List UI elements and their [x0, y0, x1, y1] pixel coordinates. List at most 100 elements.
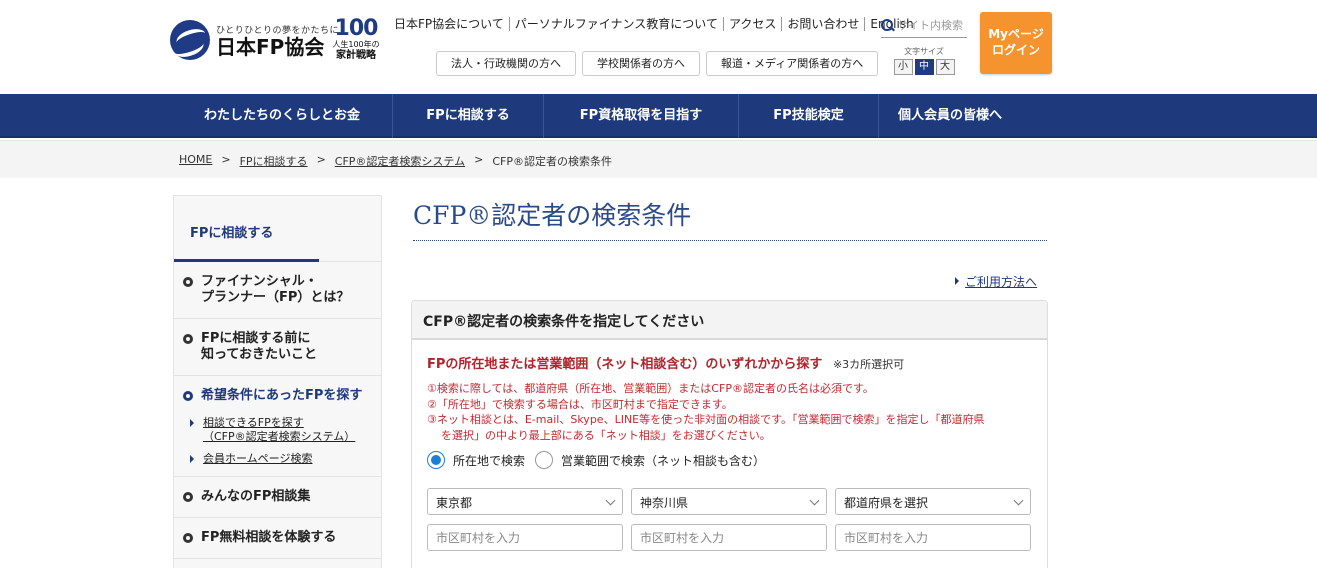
select-value: 神奈川県 — [640, 496, 689, 510]
breadcrumb-cfp-search[interactable]: CFP®認定者検索システム — [335, 153, 465, 169]
sidebar-item-label: FP無料相談を体験する — [201, 530, 337, 545]
search-icon[interactable] — [881, 18, 894, 33]
top-link-contact[interactable]: お問い合わせ — [782, 17, 866, 31]
font-size-large-button[interactable]: 大 — [935, 59, 955, 75]
sidebar-item-what-is-fp[interactable]: ファイナンシャル・ プランナー（FP）とは？ — [174, 262, 381, 319]
top-link-education[interactable]: パーソナルファイナンス教育について — [510, 17, 724, 31]
site-search — [881, 14, 967, 38]
sidebar-item-label: 知っておきたいこと — [201, 347, 317, 362]
note-1: ①検索に際しては、都道府県（所在地、営業範囲）またはCFP®認定者の氏名は必須で… — [427, 382, 874, 395]
logo-name: 日本FP協会 — [216, 34, 325, 59]
page: ひとりひとりの夢をかたちに 日本FP協会 100 人生100年の 家計戦略 日本… — [0, 0, 1317, 568]
sidebar-subitem-label: 会員ホームページ検索 — [203, 452, 313, 465]
city-input-1[interactable] — [427, 524, 623, 551]
login-label: ログイン — [991, 43, 1040, 57]
sidebar-subitem-label: （CFP®認定者検索システム） — [203, 430, 356, 443]
font-size-medium-button[interactable]: 中 — [914, 59, 934, 75]
radio-area-label[interactable]: 営業範囲で検索（ネット相談も含む） — [561, 452, 765, 469]
breadcrumb-separator: > — [221, 153, 231, 166]
city-input-3[interactable] — [835, 524, 1031, 551]
sidebar-subitem-member-hp[interactable]: 会員ホームページ検索 — [189, 452, 373, 466]
mypage-login-button[interactable]: Myページ ログイン — [980, 12, 1052, 74]
sidebar-subitems: 相談できるFPを探す （CFP®認定者検索システム） 会員ホームページ検索 — [174, 408, 381, 477]
sidebar-item-find-fp[interactable]: 希望条件にあったFPを探す — [174, 376, 381, 408]
nav-item-consult-fp[interactable]: FPに相談する — [393, 94, 544, 138]
breadcrumb-home[interactable]: HOME — [179, 153, 212, 169]
nav-item-living-money[interactable]: わたしたちのくらしとお金 — [172, 94, 393, 138]
logo-icon — [170, 20, 210, 60]
sidebar-item-label: 希望条件にあったFPを探す — [201, 388, 363, 403]
panel-subtitle-text: FPの所在地または営業範囲（ネット相談含む）のいずれかから探す — [427, 357, 823, 372]
radio-location-label[interactable]: 所在地で検索 — [453, 452, 525, 469]
select-value: 東京都 — [436, 496, 473, 510]
font-size-label: 文字サイズ — [904, 47, 944, 56]
media-link-button[interactable]: 報道・メディア関係者の方へ — [706, 51, 879, 76]
font-size-control: 文字サイズ 小 中 大 — [890, 46, 958, 75]
sidebar-item-label: プランナー（FP）とは？ — [201, 290, 350, 305]
school-link-button[interactable]: 学校関係者の方へ — [582, 51, 700, 76]
panel-title: CFP®認定者の検索条件を指定してください — [412, 301, 1047, 340]
search-notes: ①検索に際しては、都道府県（所在地、営業範囲）またはCFP®認定者の氏名は必須で… — [427, 381, 1037, 443]
prefecture-select-3[interactable]: 都道府県を選択 — [835, 488, 1031, 515]
bullet-icon — [183, 492, 193, 502]
bullet-icon — [183, 391, 193, 401]
main-nav: わたしたちのくらしとお金 FPに相談する FP資格取得を目指す FP技能検定 個… — [0, 94, 1317, 138]
city-inputs — [427, 524, 1031, 551]
breadcrumb-consult[interactable]: FPに相談する — [240, 153, 308, 169]
sidebar-item-case-collection[interactable]: みんなのFP相談集 — [174, 477, 381, 518]
panel-subtitle: FPの所在地または営業範囲（ネット相談含む）のいずれかから探す ※3カ所選択可 — [427, 353, 904, 372]
font-size-small-button[interactable]: 小 — [893, 59, 913, 75]
chevron-down-icon — [1013, 495, 1024, 506]
usage-guide-link[interactable]: ご利用方法へ — [955, 273, 1037, 290]
badge-line1: 人生100年の — [332, 40, 380, 49]
note-2: ②「所在地」で検索する場合は、市区町村まで指定できます。 — [427, 397, 733, 411]
breadcrumb-bar: HOME > FPに相談する > CFP®認定者検索システム > CFP®認定者… — [0, 140, 1317, 178]
top-link-access[interactable]: アクセス — [724, 17, 783, 31]
city-input-2[interactable] — [631, 524, 827, 551]
nav-item-members[interactable]: 個人会員の皆様へ — [879, 94, 1021, 138]
mypage-label: Myページ — [988, 27, 1044, 41]
sidebar-item-free-consult[interactable]: FP無料相談を体験する — [174, 518, 381, 559]
sidebar-subitem-cfp-search[interactable]: 相談できるFPを探す （CFP®認定者検索システム） — [189, 416, 373, 444]
nav-item-fp-qualification[interactable]: FP資格取得を目指す — [544, 94, 739, 138]
search-conditions-panel: CFP®認定者の検索条件を指定してください FPの所在地または営業範囲（ネット相… — [411, 300, 1048, 568]
breadcrumb-current: CFP®認定者の検索条件 — [492, 155, 612, 168]
selection-note: ※3カ所選択可 — [832, 358, 905, 371]
sidebar-item-label: みんなのFP相談集 — [201, 489, 311, 504]
badge-line2: 家計戦略 — [336, 50, 376, 61]
sidebar: FPに相談する ファイナンシャル・ プランナー（FP）とは？ FPに相談する前に… — [173, 195, 382, 568]
radio-location[interactable] — [427, 451, 445, 469]
breadcrumb-separator: > — [474, 153, 484, 166]
search-type-radios: 所在地で検索 営業範囲で検索（ネット相談も含む） — [427, 451, 775, 469]
logo-tagline: ひとりひとりの夢をかたちに — [216, 25, 339, 36]
sidebar-item-before-consult[interactable]: FPに相談する前に 知っておきたいこと — [174, 319, 381, 376]
page-title: CFP®認定者の検索条件 — [413, 196, 1047, 241]
radio-area[interactable] — [535, 451, 554, 469]
note-3-continued: を選択」の中より最上部にある「ネット相談」をお選びください。 — [441, 428, 771, 442]
top-links: 日本FP協会について パーソナルファイナンス教育について アクセス お問い合わせ… — [394, 17, 919, 31]
prefecture-selects: 東京都 神奈川県 都道府県を選択 — [427, 488, 1031, 515]
select-value: 都道府県を選択 — [844, 496, 929, 510]
bullet-icon — [183, 334, 193, 344]
prefecture-select-2[interactable]: 神奈川県 — [631, 488, 827, 515]
top-link-about[interactable]: 日本FP協会について — [394, 17, 510, 31]
sidebar-subitem-label: 相談できるFPを探す — [203, 416, 304, 429]
badge-number: 100 — [334, 16, 379, 41]
breadcrumb-separator: > — [316, 153, 326, 166]
search-input[interactable] — [897, 19, 967, 32]
sidebar-title[interactable]: FPに相談する — [174, 196, 381, 262]
bullet-icon — [183, 533, 193, 543]
anniversary-badge: 100 人生100年の 家計戦略 — [332, 18, 380, 62]
nav-item-fp-exam[interactable]: FP技能検定 — [739, 94, 879, 138]
breadcrumb: HOME > FPに相談する > CFP®認定者検索システム > CFP®認定者… — [179, 153, 612, 169]
chevron-down-icon — [809, 495, 820, 506]
bullet-icon — [183, 277, 193, 287]
sidebar-item-label: FPに相談する前に — [201, 331, 311, 346]
site-logo[interactable]: ひとりひとりの夢をかたちに 日本FP協会 — [170, 20, 339, 60]
sidebar-item-label: ファイナンシャル・ — [201, 274, 318, 289]
prefecture-select-1[interactable]: 東京都 — [427, 488, 623, 515]
audience-links: 法人・行政機関の方へ 学校関係者の方へ 報道・メディア関係者の方へ — [436, 51, 879, 76]
chevron-down-icon — [605, 495, 616, 506]
note-3: ③ネット相談とは、E-mail、Skype、LINE等を使った非対面の相談です。… — [427, 413, 985, 426]
corporate-link-button[interactable]: 法人・行政機関の方へ — [436, 51, 576, 76]
